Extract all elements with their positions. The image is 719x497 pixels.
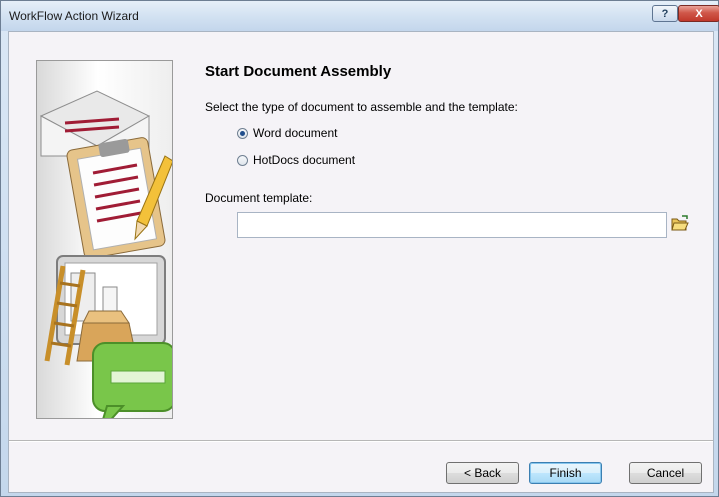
document-template-input[interactable] <box>237 212 667 238</box>
speech-bubble-icon <box>92 342 172 418</box>
finish-button[interactable]: Finish <box>529 462 602 484</box>
radio-hotdocs-document[interactable]: HotDocs document <box>237 153 355 167</box>
cancel-button[interactable]: Cancel <box>629 462 702 484</box>
help-button[interactable]: ? <box>652 5 678 22</box>
page-heading: Start Document Assembly <box>205 63 392 80</box>
radio-button-selected[interactable] <box>237 127 248 139</box>
window-title: WorkFlow Action Wizard <box>9 9 139 23</box>
wizard-content: Start Document Assembly Select the type … <box>8 31 714 493</box>
wizard-illustration <box>36 60 173 419</box>
radio-word-document[interactable]: Word document <box>237 126 338 140</box>
radio-label-hotdocs[interactable]: HotDocs document <box>253 153 355 167</box>
footer-separator <box>9 440 713 441</box>
browse-folder-button[interactable] <box>670 214 690 234</box>
document-template-label: Document template: <box>205 191 313 205</box>
radio-button-unselected[interactable] <box>237 154 248 166</box>
wizard-window: WorkFlow Action Wizard ? X Start Documen… <box>0 0 719 497</box>
illustration-image <box>39 90 172 418</box>
close-button[interactable]: X <box>678 5 719 22</box>
title-bar[interactable]: WorkFlow Action Wizard ? X <box>1 1 719 31</box>
radio-label-word[interactable]: Word document <box>253 126 338 140</box>
back-button[interactable]: < Back <box>446 462 519 484</box>
open-folder-icon <box>671 215 689 231</box>
instruction-text: Select the type of document to assemble … <box>205 100 518 114</box>
